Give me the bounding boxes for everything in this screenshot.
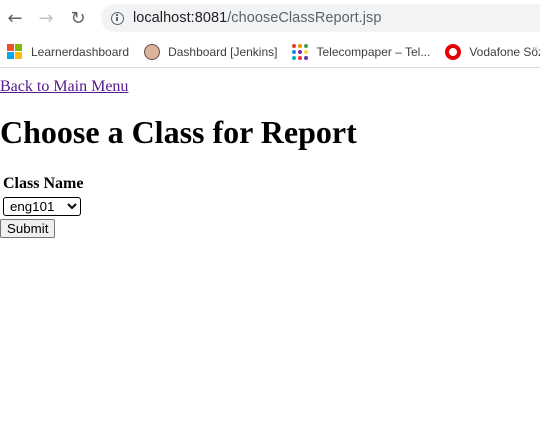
class-select[interactable]: eng101 [3, 197, 81, 216]
back-arrow-icon[interactable]: ← [5, 8, 25, 29]
browser-toolbar: ← → ↻ localhost:8081/chooseClassReport.j… [0, 0, 540, 37]
bookmark-label: Learnerdashboard [31, 45, 130, 59]
forward-arrow-icon[interactable]: → [36, 8, 56, 29]
bookmarks-bar: Learnerdashboard Dashboard [Jenkins] Tel… [0, 37, 540, 68]
class-name-header: Class Name [3, 175, 84, 192]
reload-icon[interactable]: ↻ [68, 8, 88, 29]
bookmark-learnerdashboard[interactable]: Learnerdashboard [7, 44, 129, 60]
vodafone-logo-icon [445, 44, 462, 60]
bookmark-vodafone[interactable]: Vodafone Sözl [445, 44, 540, 60]
bookmark-label: Dashboard [Jenkins] [168, 45, 278, 59]
class-select-table: Class Name eng101 [0, 172, 86, 219]
bookmark-label: Vodafone Sözl [469, 45, 540, 59]
page-content: Back to Main Menu Choose a Class for Rep… [0, 68, 540, 238]
url-text[interactable]: localhost:8081/chooseClassReport.jsp [133, 10, 381, 26]
class-report-form: Class Name eng101 Submit [0, 172, 540, 238]
info-icon[interactable] [111, 11, 124, 25]
telecompaper-logo-icon [292, 44, 309, 60]
microsoft-logo-icon [7, 44, 23, 60]
bookmark-label: Telecompaper – Tel... [316, 45, 431, 59]
jenkins-logo-icon [144, 44, 161, 60]
page-title: Choose a Class for Report [0, 114, 357, 150]
class-select-cell: eng101 [2, 196, 84, 217]
back-to-main-menu-link[interactable]: Back to Main Menu [0, 78, 128, 96]
submit-button[interactable]: Submit [0, 219, 56, 238]
address-bar[interactable]: localhost:8081/chooseClassReport.jsp [101, 4, 540, 32]
bookmark-jenkins[interactable]: Dashboard [Jenkins] [144, 44, 277, 60]
bookmark-telecompaper[interactable]: Telecompaper – Tel... [292, 44, 430, 60]
